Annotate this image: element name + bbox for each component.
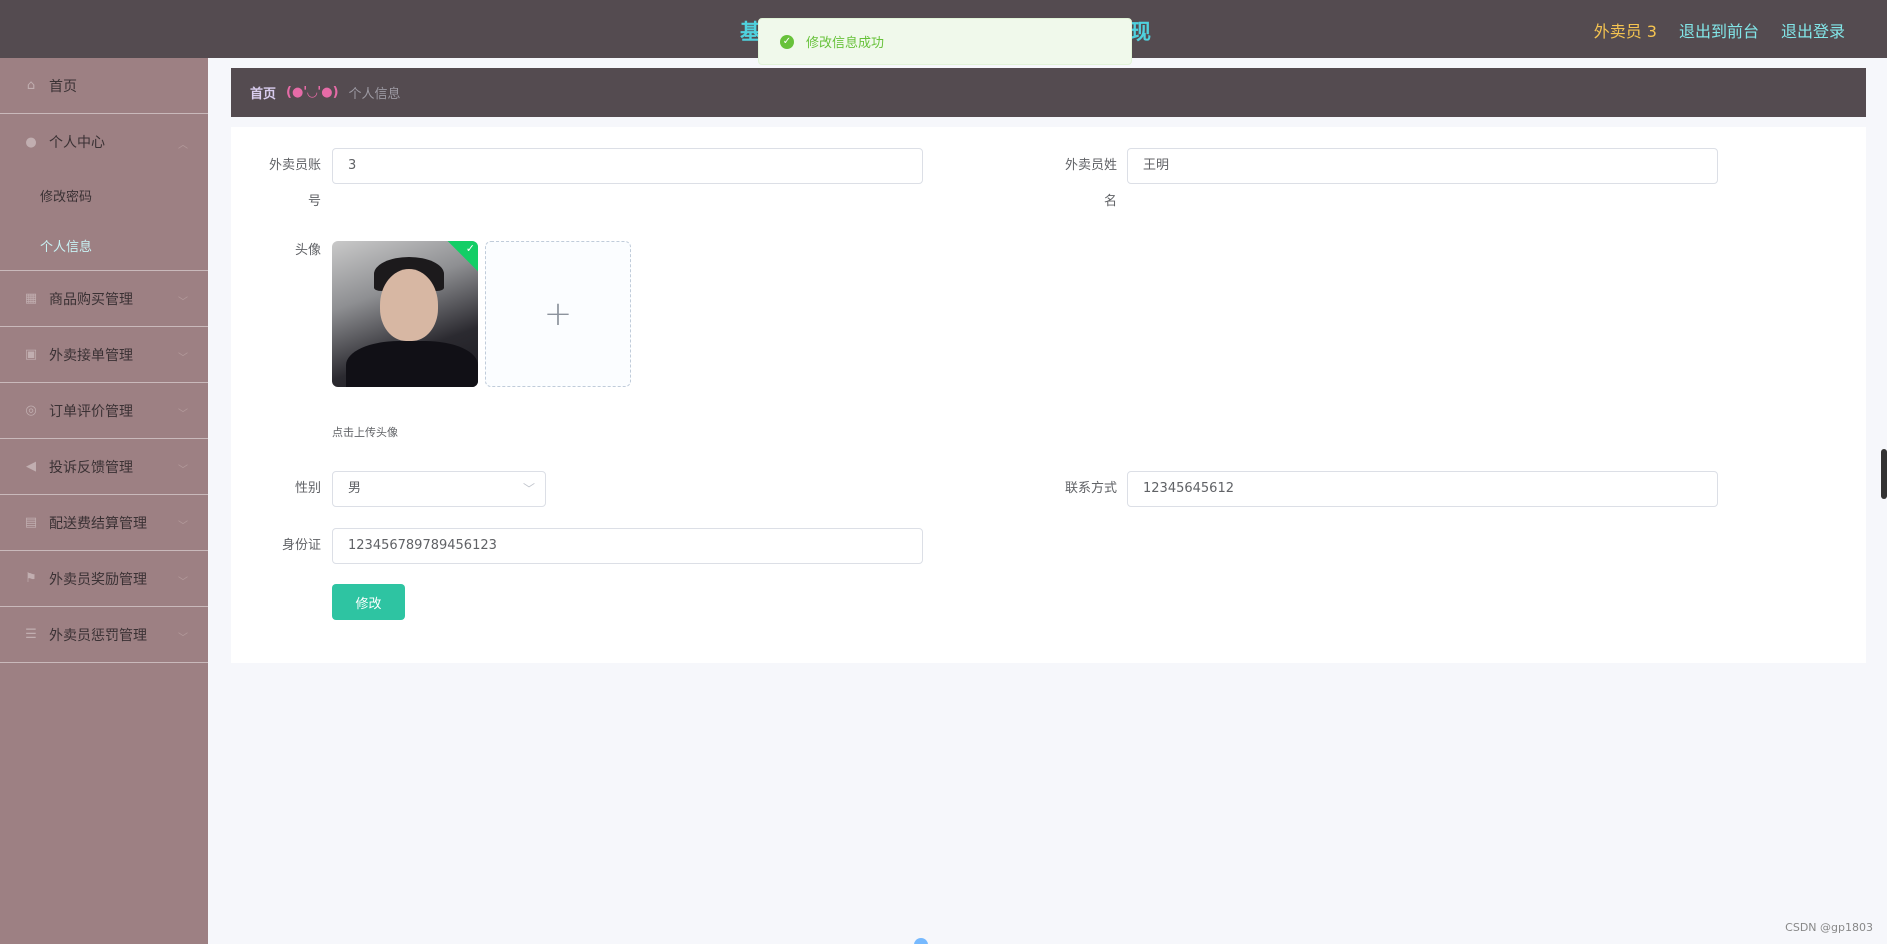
- list-icon: ☰: [25, 627, 37, 642]
- sidebar-item-complaint[interactable]: ◀ 投诉反馈管理 ﹀: [0, 439, 208, 495]
- chevron-down-icon: ﹀: [178, 577, 188, 588]
- sidebar-item-home[interactable]: ⌂ 首页: [0, 58, 208, 114]
- submit-button[interactable]: 修改: [332, 584, 405, 620]
- watermark: CSDN @gp1803: [1785, 921, 1873, 934]
- sidebar-item-label: 配送费结算管理: [49, 515, 147, 532]
- avatar-face-shape: [380, 269, 438, 341]
- sidebar-item-label: 商品购买管理: [49, 291, 133, 308]
- account-input[interactable]: 3: [332, 148, 923, 184]
- gender-select[interactable]: 男 ﹀: [332, 471, 546, 507]
- sidebar-item-label: 外卖员奖励管理: [49, 571, 147, 588]
- sidebar-item-order-review[interactable]: ◎ 订单评价管理 ﹀: [0, 383, 208, 439]
- submenu-personal-center: 修改密码 个人信息: [0, 170, 208, 271]
- gender-label: 性别: [294, 481, 321, 496]
- back-to-front-link[interactable]: 退出到前台: [1679, 18, 1759, 42]
- personal-info-form: 外卖员账 号 3 外卖员姓 名 王明 头像 ✓ + 点击上传头像 性别 男 ﹀ …: [231, 127, 1866, 663]
- chevron-down-icon: ﹀: [178, 633, 188, 644]
- calculator-icon: ▤: [24, 515, 38, 530]
- sidebar-item-label: 首页: [49, 78, 77, 95]
- sidebar-item-penalty[interactable]: ☰ 外卖员惩罚管理 ﹀: [0, 607, 208, 663]
- name-label-line1: 外卖员姓: [1064, 158, 1117, 173]
- gender-selected-value: 男: [348, 481, 362, 496]
- breadcrumb-current: 个人信息: [348, 87, 401, 102]
- submenu-item-personal-info[interactable]: 个人信息: [0, 220, 208, 270]
- chevron-down-icon: ﹀: [178, 521, 188, 532]
- grid-icon: ▦: [24, 291, 38, 306]
- chevron-up-icon: ︿: [178, 140, 188, 151]
- id-card-input[interactable]: 123456789789456123: [332, 528, 923, 564]
- sidebar-item-label: 外卖员惩罚管理: [49, 627, 147, 644]
- home-icon: ⌂: [26, 78, 36, 93]
- account-label-line1: 外卖员账: [268, 158, 321, 173]
- success-toast: ✓ 修改信息成功: [758, 18, 1132, 65]
- sidebar-item-order-taking[interactable]: ▣ 外卖接单管理 ﹀: [0, 327, 208, 383]
- avatar-upload-button[interactable]: +: [485, 241, 631, 387]
- circle-icon: ◎: [25, 403, 37, 418]
- header-nav: 外卖员 3 退出到前台 退出登录: [1594, 18, 1845, 42]
- current-user: 外卖员 3: [1593, 22, 1657, 41]
- megaphone-icon: ◀: [26, 459, 36, 474]
- check-icon: ✓: [465, 242, 475, 255]
- sidebar-item-label: 个人中心: [49, 135, 105, 151]
- avatar-body-shape: [346, 341, 478, 387]
- upload-tip: 点击上传头像: [332, 426, 398, 439]
- success-check-icon: ✓: [780, 34, 794, 49]
- name-label-line2: 名: [1103, 194, 1117, 209]
- name-input[interactable]: 王明: [1127, 148, 1718, 184]
- user-icon: ●: [25, 134, 37, 150]
- sidebar-item-label: 投诉反馈管理: [49, 459, 133, 476]
- sidebar-item-delivery-fee[interactable]: ▤ 配送费结算管理 ﹀: [0, 495, 208, 551]
- breadcrumb-separator: (●'◡'●): [286, 85, 339, 100]
- sidebar: ⌂ 首页 ● 个人中心 ︿ 修改密码 个人信息 ▦ 商品购买管理 ﹀ ▣ 外卖接…: [0, 58, 208, 944]
- sidebar-item-personal-center[interactable]: ● 个人中心 ︿: [0, 114, 208, 170]
- chevron-down-icon: ﹀: [522, 482, 535, 496]
- avatar-image[interactable]: ✓: [332, 241, 478, 387]
- chevron-down-icon: ﹀: [178, 353, 188, 364]
- toast-message: 修改信息成功: [806, 36, 885, 51]
- avatar-label: 头像: [294, 243, 321, 258]
- name-label: 外卖员姓 名: [1027, 148, 1117, 220]
- flag-icon: ⚑: [25, 571, 37, 586]
- id-card-label: 身份证: [281, 538, 321, 553]
- apps-icon: ▣: [24, 347, 38, 362]
- sidebar-item-goods-purchase[interactable]: ▦ 商品购买管理 ﹀: [0, 271, 208, 327]
- account-label: 外卖员账 号: [231, 148, 321, 220]
- account-label-line2: 号: [307, 194, 321, 209]
- sidebar-item-label: 外卖接单管理: [49, 347, 133, 364]
- submenu-item-change-password[interactable]: 修改密码: [0, 170, 208, 220]
- logout-link[interactable]: 退出登录: [1781, 18, 1845, 42]
- plus-icon: +: [543, 294, 573, 334]
- site-title-end: 现: [1130, 20, 1152, 44]
- chevron-down-icon: ﹀: [178, 465, 188, 476]
- sidebar-item-label: 订单评价管理: [49, 403, 133, 420]
- breadcrumb-home[interactable]: 首页: [250, 83, 276, 102]
- phone-label: 联系方式: [1064, 481, 1117, 496]
- floating-dot: [914, 938, 928, 944]
- phone-input[interactable]: 12345645612: [1127, 471, 1718, 507]
- sidebar-item-reward[interactable]: ⚑ 外卖员奖励管理 ﹀: [0, 551, 208, 607]
- chevron-down-icon: ﹀: [178, 297, 188, 308]
- scrollbar-thumb[interactable]: [1881, 449, 1887, 499]
- chevron-down-icon: ﹀: [178, 409, 188, 420]
- breadcrumb: 首页 (●'◡'●) 个人信息: [231, 68, 1866, 117]
